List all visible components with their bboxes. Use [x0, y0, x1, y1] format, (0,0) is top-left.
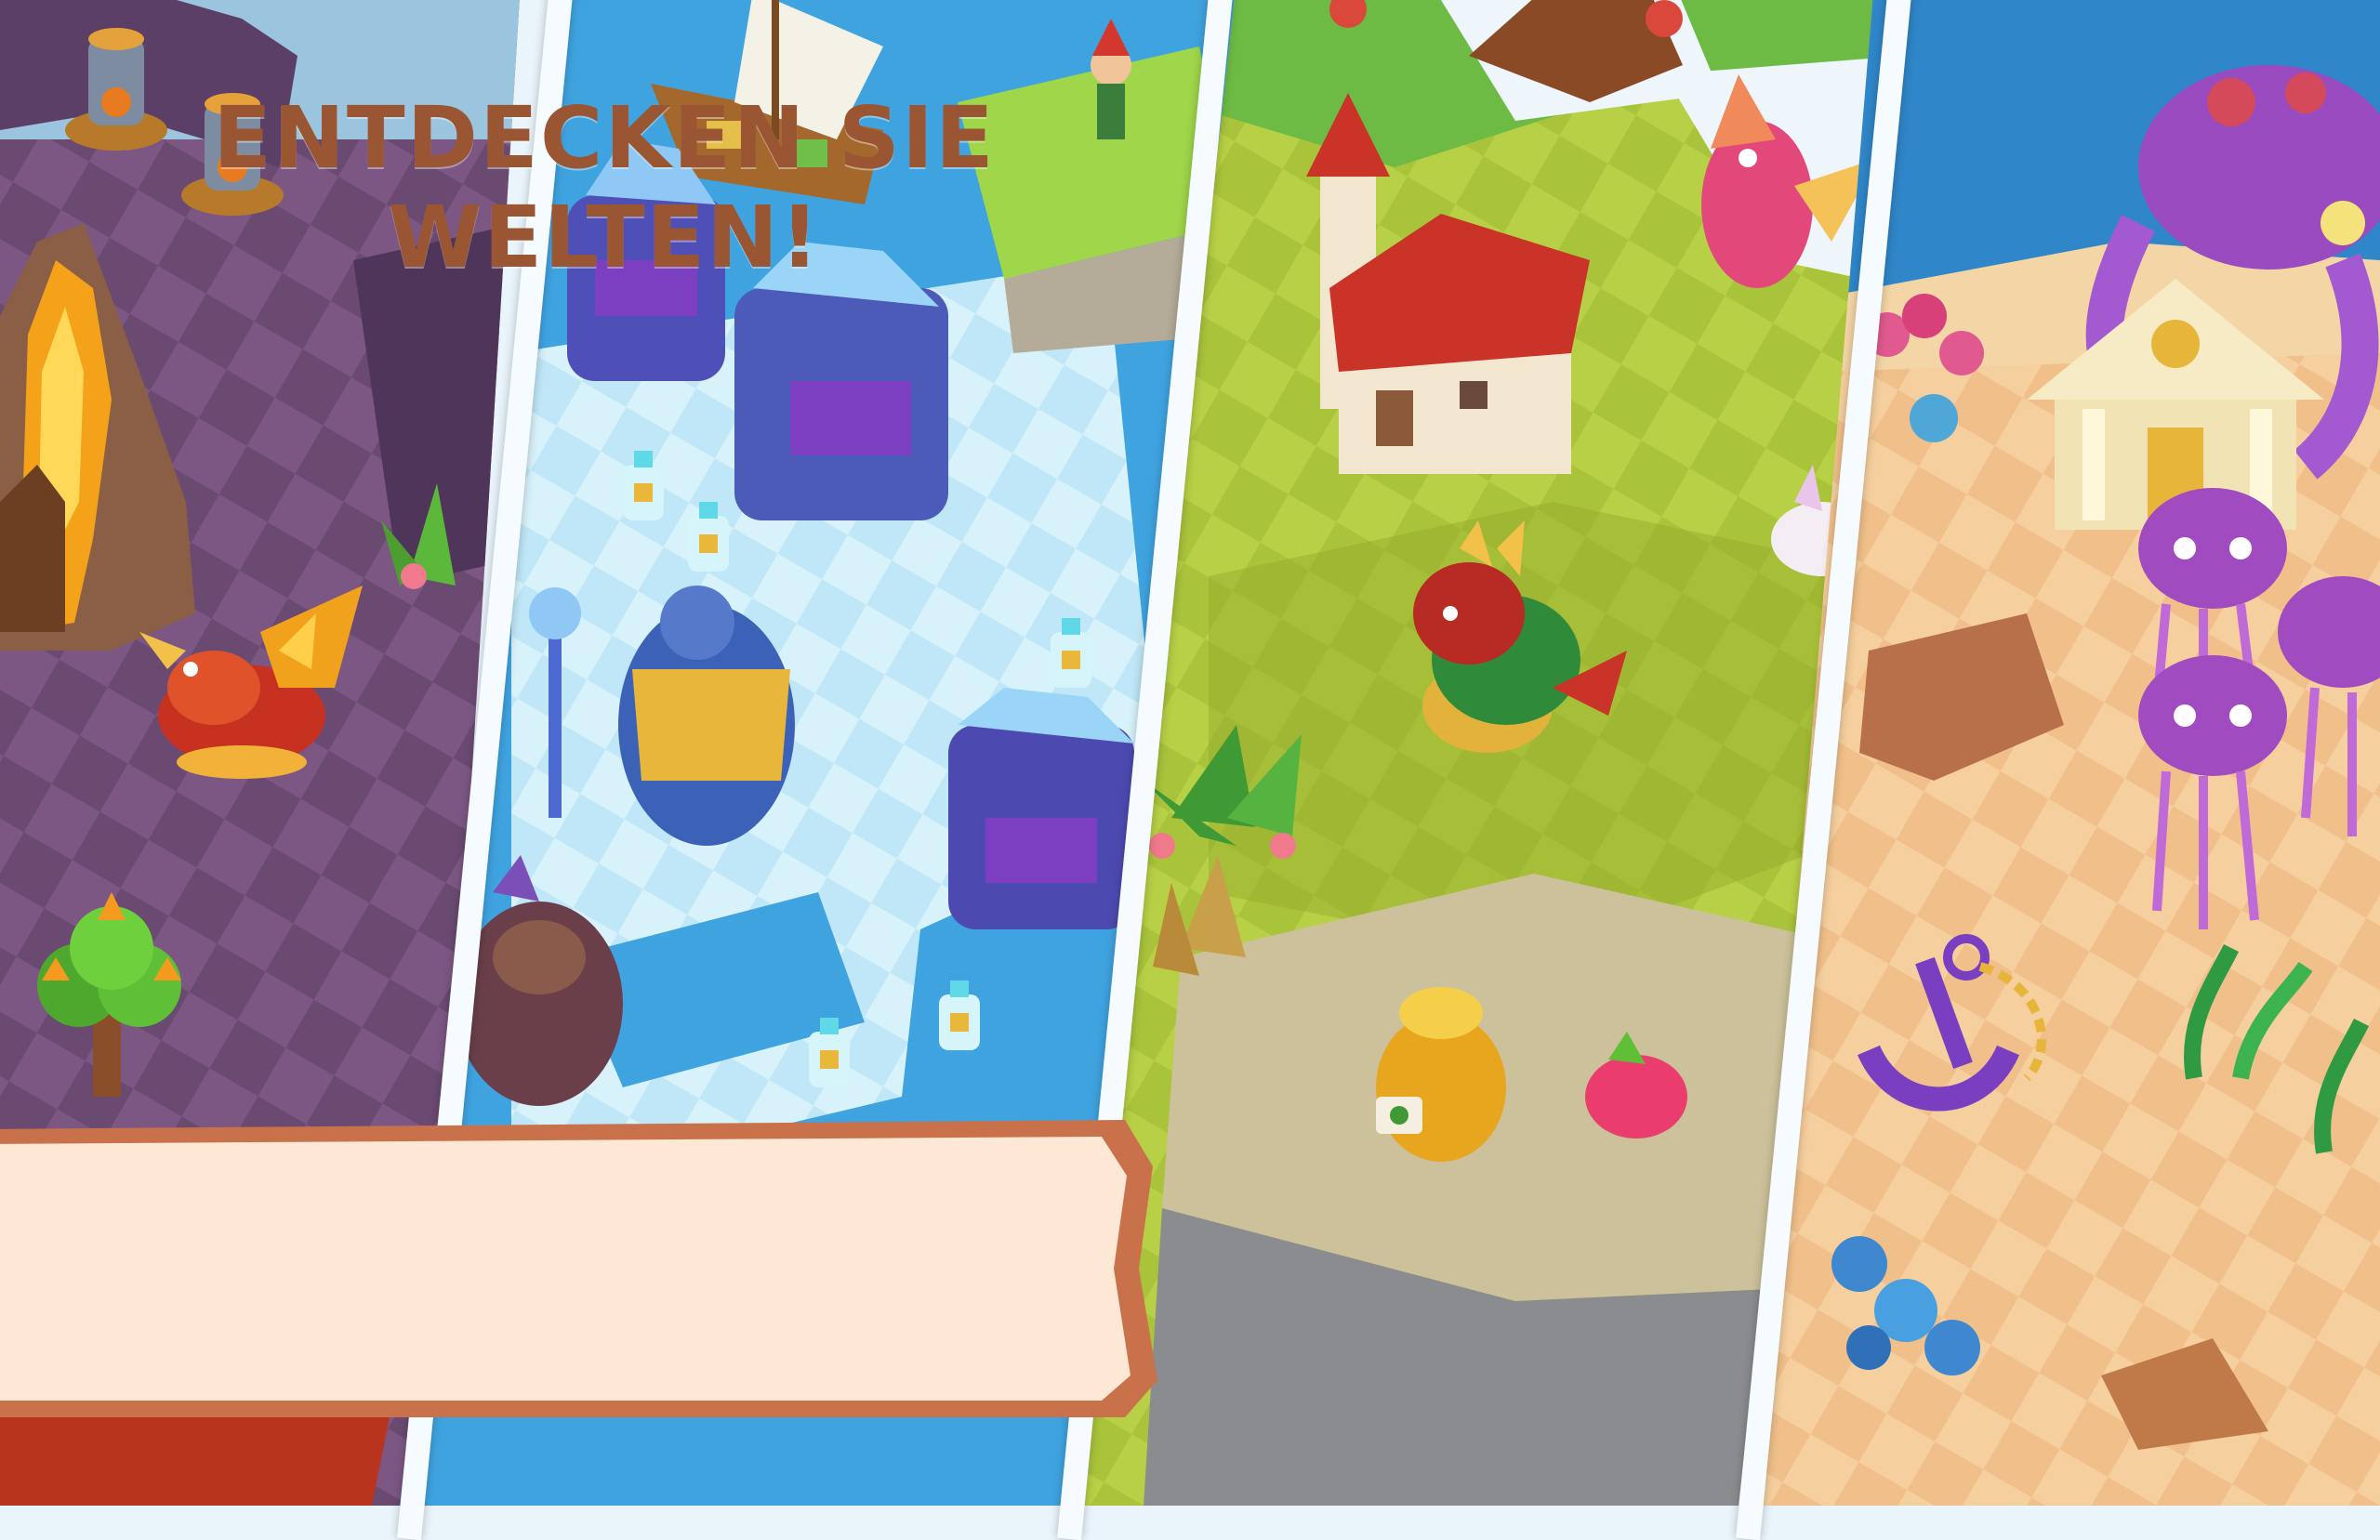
game-promo-scene: ENTDECKEN SIE WELTEN! [0, 0, 2380, 1540]
title-banner [0, 1120, 1157, 1417]
banner-title: ENTDECKEN SIE WELTEN! [213, 88, 996, 287]
ice-golem-icon [948, 688, 1134, 929]
